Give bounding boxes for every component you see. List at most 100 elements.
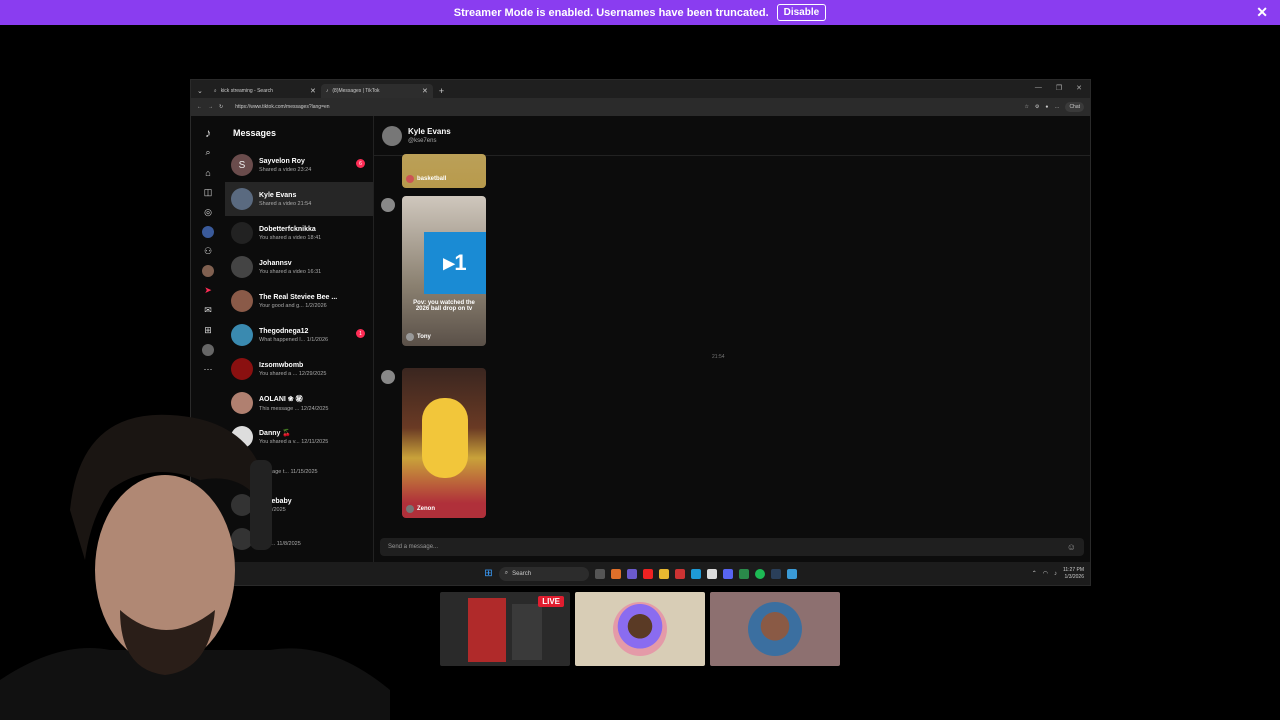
forward-icon[interactable]: → <box>208 104 213 110</box>
spotify-icon[interactable] <box>754 568 765 579</box>
tab-tiktok[interactable]: ♪ (8)Messages | TikTok ✕ <box>320 84 433 98</box>
avatar <box>381 198 395 212</box>
chat-handle: @kse7ens <box>408 138 437 144</box>
avatar <box>231 256 253 278</box>
app-icon[interactable] <box>626 568 637 579</box>
more-icon[interactable]: … <box>1054 104 1059 110</box>
app-icon[interactable] <box>738 568 749 579</box>
video-message[interactable]: ▸1 Pov: you watched the 2026 ball drop o… <box>402 196 486 346</box>
refresh-icon[interactable]: ↻ <box>219 104 223 110</box>
close-window-icon[interactable]: ✕ <box>1076 84 1082 92</box>
app-icon[interactable] <box>786 568 797 579</box>
messages-title: Messages <box>233 128 277 138</box>
volume-icon[interactable]: ♪ <box>1054 571 1057 577</box>
extensions-icon[interactable]: ⚙ <box>1035 104 1039 110</box>
participant-tile[interactable] <box>710 592 840 666</box>
avatar <box>406 505 414 513</box>
conversation-item[interactable]: Dobetterfcknikka You shared a video 18:41 <box>225 216 373 250</box>
tiktok-logo-icon[interactable]: ♪ <box>202 126 215 140</box>
more-icon[interactable]: ⋯ <box>202 363 215 376</box>
conversation-item[interactable]: The Real Steviee Bee ... Your good and g.… <box>225 284 373 318</box>
new-tab-icon[interactable]: + <box>439 86 444 96</box>
taskbar-search[interactable]: ⌕ Search <box>498 566 589 581</box>
video-thumbnail <box>468 598 506 662</box>
video-message[interactable]: Zenon <box>402 368 486 518</box>
app-icon[interactable] <box>610 568 621 579</box>
avatar <box>231 222 253 244</box>
avatar <box>406 175 414 183</box>
video-caption: Zenon <box>406 505 435 513</box>
conversation-name: Kyle Evans <box>259 191 297 199</box>
chat-name[interactable]: Kyle Evans <box>408 127 451 136</box>
maximize-icon[interactable]: ❐ <box>1056 84 1062 92</box>
video-message[interactable]: basketball <box>402 154 486 188</box>
emoji-icon[interactable]: ☺ <box>1067 542 1076 552</box>
app-icon[interactable] <box>674 568 685 579</box>
chat-button[interactable]: Chat <box>1065 102 1084 112</box>
webcam-image <box>0 414 390 720</box>
conversation-item[interactable]: Thegodnega12 What happened l... 1/1/2026 1 <box>225 318 373 352</box>
conversation-item[interactable]: Kyle Evans Shared a video 21:54 <box>225 182 373 216</box>
minimize-icon[interactable]: — <box>1035 84 1042 92</box>
friends-icon[interactable]: ⚇ <box>202 245 215 258</box>
steam-icon[interactable] <box>770 568 781 579</box>
folder-icon[interactable] <box>658 568 669 579</box>
live-avatar[interactable] <box>202 265 214 277</box>
clock[interactable]: 11:27 PM 1/3/2026 <box>1063 567 1084 581</box>
youtube-icon[interactable] <box>642 568 653 579</box>
search-icon[interactable]: ⌕ <box>202 146 215 159</box>
avatar <box>381 370 395 384</box>
home-icon[interactable]: ⌂ <box>202 166 215 179</box>
unread-badge: 1 <box>356 329 365 338</box>
app-icon[interactable] <box>706 568 717 579</box>
tab-bar: ⌄ ⌕ kick streaming - Search ✕ ♪ (8)Messa… <box>191 80 1090 98</box>
edge-icon[interactable] <box>690 568 701 579</box>
inbox-icon[interactable]: ✉ <box>202 304 215 317</box>
upload-icon[interactable]: ⊞ <box>202 324 215 337</box>
conversation-item[interactable]: Johannsv You shared a video 16:31 <box>225 250 373 284</box>
participant-tile[interactable] <box>575 592 705 666</box>
conversation-name: The Real Steviee Bee ... <box>259 293 338 301</box>
wifi-icon[interactable]: ◠ <box>1043 570 1048 577</box>
close-tab-icon[interactable]: ✕ <box>310 87 316 95</box>
tv-screen: ▸1 <box>424 232 486 294</box>
conversation-item[interactable]: S Sayvelon Roy Shared a video 23:24 6 <box>225 148 373 182</box>
conversation-item[interactable]: Izsomwbomb You shared a ... 12/29/2025 <box>225 352 373 386</box>
tray-chevron-icon[interactable]: ⌃ <box>1032 570 1037 577</box>
avatar[interactable] <box>382 125 402 146</box>
favorites-icon[interactable]: ☆ <box>1024 104 1028 110</box>
search-icon: ⌕ <box>504 570 509 576</box>
explore-icon[interactable]: ◎ <box>202 206 215 219</box>
conversation-preview: Shared a video 21:54 <box>259 200 312 207</box>
task-view-icon[interactable] <box>594 568 605 579</box>
discord-icon[interactable] <box>722 568 733 579</box>
chat-header: Kyle Evans @kse7ens <box>374 116 1090 156</box>
disable-button[interactable]: Disable <box>776 4 827 21</box>
close-tab-icon[interactable]: ✕ <box>422 87 428 95</box>
avatar <box>748 602 802 656</box>
tab-search[interactable]: ⌕ kick streaming - Search ✕ <box>209 84 321 98</box>
back-icon[interactable]: ← <box>197 104 202 110</box>
close-icon[interactable]: ✕ <box>1256 4 1268 21</box>
banner-text: Streamer Mode is enabled. Usernames have… <box>453 6 769 19</box>
stream-preview-tile[interactable]: LIVE <box>440 592 570 666</box>
conversation-preview: You shared a video 16:31 <box>259 268 322 275</box>
windows-start-icon[interactable]: ⊞ <box>484 568 492 579</box>
avatar <box>231 290 253 312</box>
chat-panel: Kyle Evans @kse7ens basketball ▸1 Pov: y… <box>373 116 1090 562</box>
profile-avatar[interactable] <box>202 344 214 356</box>
video-overlay-text: Pov: you watched the 2026 ball drop on t… <box>413 300 475 312</box>
conversation-preview: Your good and g... 1/2/2026 <box>259 302 327 309</box>
streamer-mode-banner: Streamer Mode is enabled. Usernames have… <box>0 0 1280 25</box>
following-avatar[interactable] <box>202 226 214 238</box>
url-field[interactable]: https://www.tiktok.com/messages?lang=en <box>235 104 1018 110</box>
conversation-preview: You shared a video 18:41 <box>259 234 322 241</box>
tab-menu-icon[interactable]: ⌄ <box>197 87 203 95</box>
avatar <box>231 324 253 346</box>
conversation-name: Johannsv <box>259 259 292 267</box>
profile-icon[interactable]: ● <box>1045 104 1048 110</box>
message-input[interactable]: Send a message... ☺ <box>380 538 1084 556</box>
avatar <box>406 333 414 341</box>
shop-icon[interactable]: ◫ <box>202 186 215 199</box>
send-icon[interactable]: ➤ <box>202 284 215 297</box>
